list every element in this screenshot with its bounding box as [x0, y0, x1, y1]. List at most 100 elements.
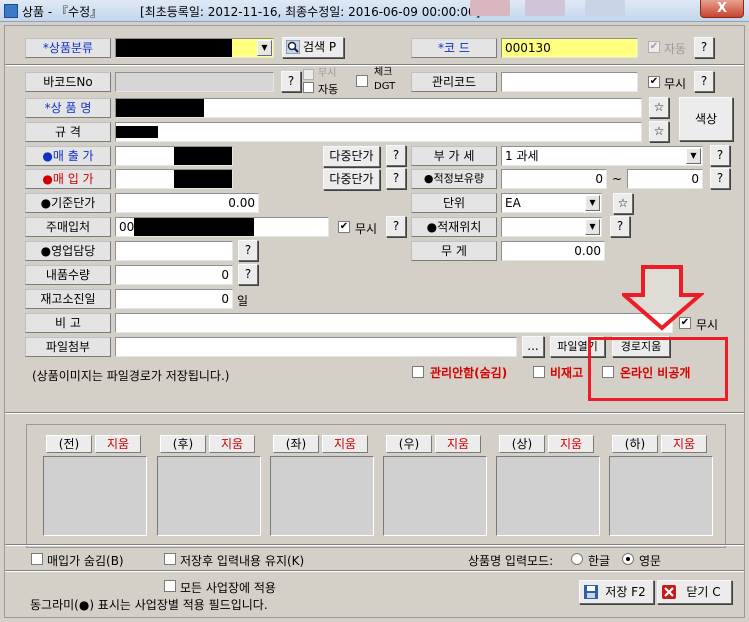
manage-hide-checkbox[interactable]: [412, 366, 424, 378]
mgmt-code-help-button[interactable]: ?: [694, 71, 714, 92]
supplier-value: 00: [119, 220, 135, 234]
code-auto-checkbox[interactable]: ✔: [648, 41, 660, 53]
code-field[interactable]: 000130: [501, 38, 638, 58]
redacted-block: [174, 170, 232, 188]
product-name-field[interactable]: [115, 98, 642, 118]
multi-price-button-2[interactable]: 다중단가: [323, 169, 380, 190]
multi-price-button-1[interactable]: 다중단가: [323, 146, 380, 167]
base-price-field[interactable]: 0.00: [115, 193, 259, 213]
image-delete-button[interactable]: 지움: [322, 435, 368, 453]
name-favorite-button[interactable]: ☆: [649, 97, 669, 118]
vat-label: 부 가 세: [411, 146, 497, 166]
sales-rep-field[interactable]: [115, 241, 233, 261]
supplier-label: 주매입처: [25, 217, 111, 237]
sale-price-field[interactable]: [115, 146, 233, 166]
window-close-button[interactable]: X: [700, 0, 744, 18]
image-delete-button[interactable]: 지움: [661, 435, 707, 453]
mgmt-code-ignore-checkbox[interactable]: ✔: [648, 76, 660, 88]
image-panel-left: (좌) 지움: [270, 434, 374, 537]
purchase-price-help-button[interactable]: ?: [386, 168, 406, 189]
note-label: 비 고: [25, 313, 111, 333]
redacted-block: [116, 99, 204, 117]
image-box[interactable]: [496, 456, 600, 536]
code-auto-label: 자동: [664, 42, 687, 56]
unit-favorite-button[interactable]: ☆: [613, 193, 633, 214]
attach-path-field[interactable]: [115, 337, 517, 357]
location-select[interactable]: ▼: [501, 217, 602, 237]
weight-field[interactable]: 0.00: [501, 241, 605, 261]
purchase-price-label: ●매 입 가: [25, 169, 111, 189]
weight-label: 무 게: [411, 241, 497, 261]
safe-stock-min-field[interactable]: 0: [501, 169, 607, 189]
image-panel-top: (상) 지움: [496, 434, 600, 537]
supplier-ignore-label: 무시: [355, 222, 378, 236]
barcode-label: 바코드No: [25, 72, 111, 92]
mgmt-code-field[interactable]: [501, 72, 638, 92]
location-help-button[interactable]: ?: [610, 216, 630, 237]
keep-input-checkbox[interactable]: [164, 553, 176, 565]
unit-select[interactable]: EA ▼: [501, 193, 602, 213]
input-mode-label: 상품명 입력모드:: [468, 554, 554, 568]
image-box[interactable]: [270, 456, 374, 536]
save-button[interactable]: 저장 F2: [579, 580, 654, 604]
chevron-down-icon[interactable]: ▼: [585, 195, 600, 211]
close-button[interactable]: 닫기 C: [657, 580, 732, 604]
sale-price-label: ●매 출 가: [25, 146, 111, 166]
supplier-ignore-checkbox[interactable]: ✔: [338, 221, 350, 233]
image-box[interactable]: [157, 456, 261, 536]
separator-line: [5, 570, 744, 572]
purchase-price-field[interactable]: [115, 169, 233, 189]
mode-korean-radio[interactable]: [571, 553, 583, 565]
chevron-down-icon[interactable]: ▼: [686, 148, 701, 164]
redacted-block: [174, 147, 232, 165]
search-button[interactable]: 검색 P: [282, 37, 344, 58]
check-dgt-label-bottom: DGT: [374, 81, 396, 92]
sale-price-help-button[interactable]: ?: [386, 145, 406, 166]
image-box[interactable]: [383, 456, 487, 536]
supplier-field[interactable]: 00: [115, 217, 329, 237]
barcode-auto-checkbox[interactable]: [303, 82, 314, 93]
safe-stock-max-field[interactable]: 0: [627, 169, 703, 189]
vat-help-button[interactable]: ?: [710, 145, 730, 166]
mode-english-radio[interactable]: [622, 553, 634, 565]
color-button[interactable]: 색상: [679, 97, 733, 141]
barcode-ignore-checkbox[interactable]: [303, 69, 314, 80]
browse-button[interactable]: ...: [522, 336, 544, 357]
non-stock-label: 비재고: [550, 366, 584, 380]
save-button-label: 저장 F2: [605, 585, 646, 599]
image-delete-button[interactable]: 지움: [435, 435, 481, 453]
separator-line: [5, 64, 744, 66]
non-stock-checkbox[interactable]: [533, 366, 545, 378]
image-box[interactable]: [43, 456, 147, 536]
stock-days-field[interactable]: 0: [115, 289, 233, 309]
supplier-help-button[interactable]: ?: [386, 216, 406, 237]
barcode-help-button[interactable]: ?: [281, 71, 301, 92]
delivery-qty-field[interactable]: 0: [115, 265, 233, 285]
spec-favorite-button[interactable]: ☆: [649, 121, 669, 142]
image-box[interactable]: [609, 456, 713, 536]
spec-label: 규 격: [25, 122, 111, 142]
check-dgt-checkbox[interactable]: [356, 75, 368, 87]
chevron-down-icon[interactable]: ▼: [585, 219, 600, 235]
location-label: ●적재위치: [411, 217, 497, 237]
note-field[interactable]: [115, 313, 673, 333]
image-panel-header: (좌) 지움: [270, 434, 374, 454]
category-select[interactable]: ▼: [115, 38, 274, 58]
vat-select[interactable]: 1 과세 ▼: [501, 146, 703, 166]
code-help-button[interactable]: ?: [694, 37, 714, 58]
apply-all-checkbox[interactable]: [164, 580, 176, 592]
sales-rep-help-button[interactable]: ?: [238, 240, 258, 261]
barcode-field[interactable]: [115, 72, 274, 92]
image-delete-button[interactable]: 지움: [548, 435, 594, 453]
delivery-qty-help-button[interactable]: ?: [238, 264, 258, 285]
redacted-block: [134, 218, 254, 236]
image-caption: (하): [612, 435, 658, 453]
annotation-arrow-icon: [622, 265, 704, 331]
chevron-down-icon[interactable]: ▼: [257, 40, 272, 56]
image-delete-button[interactable]: 지움: [209, 435, 255, 453]
hide-purchase-price-checkbox[interactable]: [31, 553, 43, 565]
stock-days-label: 재고소진일: [25, 289, 111, 309]
spec-field[interactable]: [115, 122, 642, 142]
safe-stock-help-button[interactable]: ?: [710, 168, 730, 189]
image-delete-button[interactable]: 지움: [95, 435, 141, 453]
